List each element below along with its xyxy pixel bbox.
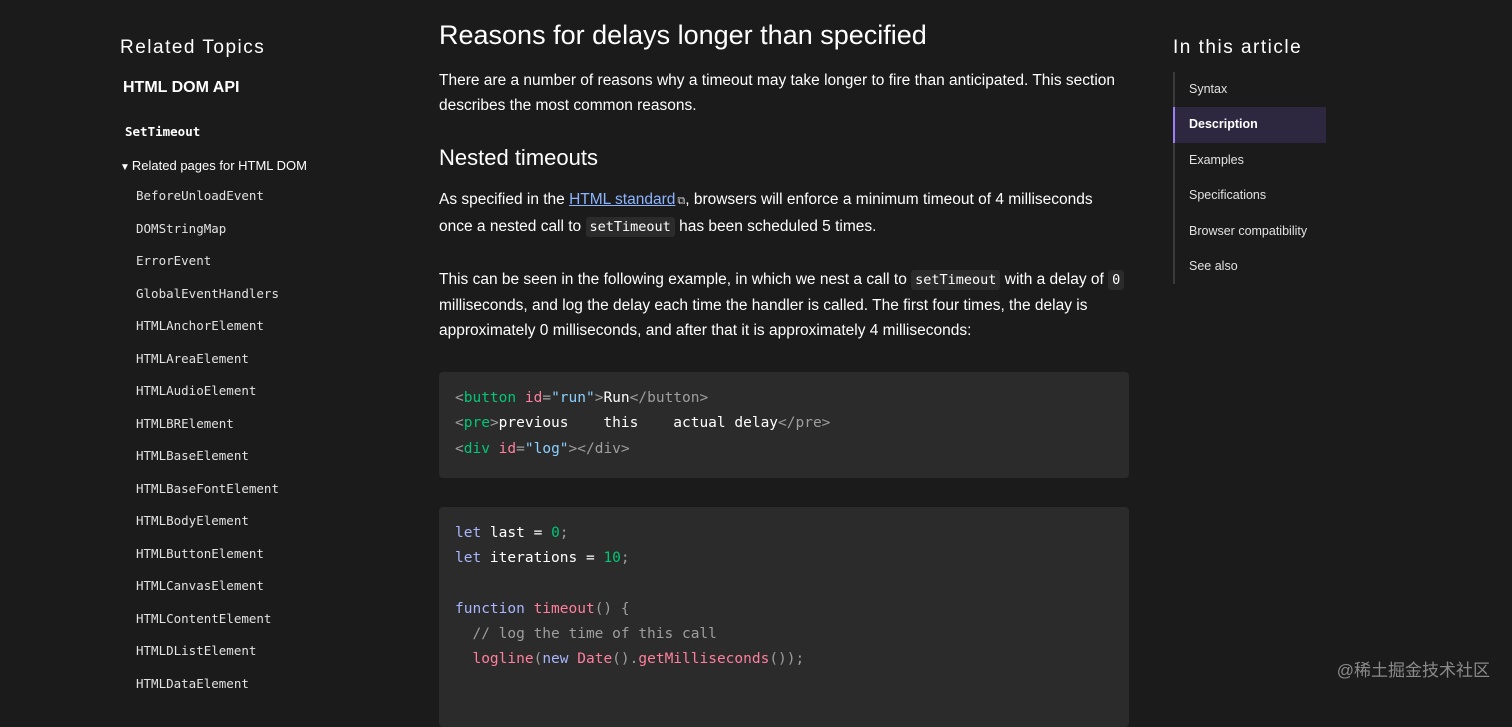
related-pages-toggle[interactable]: ▼ Related pages for HTML DOM xyxy=(120,158,307,173)
text: As specified in the xyxy=(439,191,570,208)
text: This can be seen in the following exampl… xyxy=(439,271,912,288)
toc-item-examples[interactable]: Examples xyxy=(1175,143,1326,178)
inline-code: setTimeout xyxy=(585,217,675,237)
example-paragraph: This can be seen in the following exampl… xyxy=(439,267,1129,343)
toc-item-description[interactable]: Description xyxy=(1173,107,1326,143)
sidebar-current-page[interactable]: SetTimeout xyxy=(125,124,200,139)
section-title: Reasons for delays longer than specified xyxy=(439,20,927,50)
sidebar-heading: Related Topics xyxy=(120,37,266,58)
sidebar-link[interactable]: HTMLDListElement xyxy=(136,643,256,658)
nested-timeouts-paragraph: As specified in the HTML standard ⧉, brow… xyxy=(439,187,1129,240)
sidebar-link[interactable]: DOMStringMap xyxy=(136,221,226,236)
text: with a delay of xyxy=(1000,271,1109,288)
sidebar-link[interactable]: HTMLAnchorElement xyxy=(136,318,264,333)
sidebar-link[interactable]: GlobalEventHandlers xyxy=(136,286,279,301)
sidebar-links: BeforeUnloadEvent DOMStringMap ErrorEven… xyxy=(136,186,279,706)
toc-list: Syntax Description Examples Specificatio… xyxy=(1173,72,1326,285)
sidebar-link[interactable]: HTMLBaseFontElement xyxy=(136,481,279,496)
inline-code: setTimeout xyxy=(911,270,1001,290)
sidebar-link[interactable]: HTMLButtonElement xyxy=(136,546,264,561)
js-code-block[interactable]: let last = 0; let iterations = 10; funct… xyxy=(439,507,1129,727)
sidebar-link[interactable]: HTMLBaseElement xyxy=(136,448,249,463)
sidebar-link[interactable]: HTMLAreaElement xyxy=(136,351,249,366)
sidebar-link[interactable]: HTMLContentElement xyxy=(136,611,271,626)
sidebar-link[interactable]: ErrorEvent xyxy=(136,253,211,268)
sidebar-link[interactable]: HTMLCanvasElement xyxy=(136,578,264,593)
subsection-title: Nested timeouts xyxy=(439,145,598,170)
sidebar-link[interactable]: HTMLBRElement xyxy=(136,416,234,431)
text: milliseconds, and log the delay each tim… xyxy=(439,297,1088,339)
toc-item-syntax[interactable]: Syntax xyxy=(1175,72,1326,107)
intro-paragraph: There are a number of reasons why a time… xyxy=(439,72,1116,114)
toc-heading: In this article xyxy=(1173,37,1303,58)
sidebar-link[interactable]: HTMLAudioElement xyxy=(136,383,256,398)
toc-item-specifications[interactable]: Specifications xyxy=(1175,178,1326,213)
sidebar-link[interactable]: HTMLBodyElement xyxy=(136,513,249,528)
watermark: @稀土掘金技术社区 xyxy=(1336,661,1490,680)
toc-item-browser-compatibility[interactable]: Browser compatibility xyxy=(1175,214,1326,249)
toc-item-see-also[interactable]: See also xyxy=(1175,249,1326,284)
related-pages-label: Related pages for HTML DOM xyxy=(131,158,307,173)
html-code-block[interactable]: <button id="run">Run</button> <pre>previ… xyxy=(439,372,1129,478)
text: has been scheduled 5 times. xyxy=(674,218,877,235)
html-standard-link[interactable]: HTML standard xyxy=(569,191,675,208)
sidebar-link[interactable]: HTMLDataElement xyxy=(136,676,249,691)
triangle-down-icon: ▼ xyxy=(120,162,130,173)
sidebar-link[interactable]: BeforeUnloadEvent xyxy=(136,188,264,203)
sidebar-api-link[interactable]: HTML DOM API xyxy=(123,79,239,97)
inline-code: 0 xyxy=(1108,270,1125,290)
